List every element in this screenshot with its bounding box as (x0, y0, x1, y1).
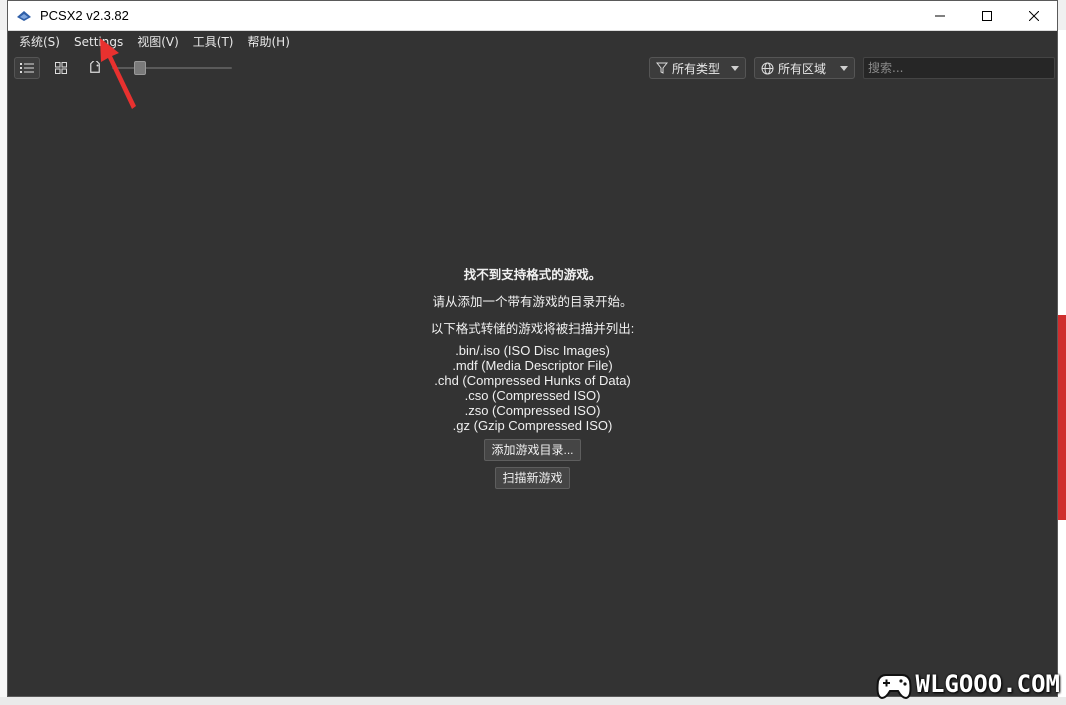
list-view-button[interactable] (14, 57, 40, 79)
filter-icon (656, 62, 668, 74)
pcsx2-window: PCSX2 v2.3.82 系统(S) Settings 视图(V) 工具(T)… (7, 0, 1058, 697)
gamepad-icon (876, 674, 911, 700)
maximize-icon (981, 10, 992, 21)
format-item: .bin/.iso (ISO Disc Images) (455, 343, 610, 358)
menu-settings[interactable]: Settings (67, 32, 130, 52)
region-filter-combo[interactable]: 所有区域 (754, 57, 855, 79)
type-filter-label: 所有类型 (672, 61, 721, 76)
cover-scale-slider[interactable] (112, 60, 232, 76)
format-item: .cso (Compressed ISO) (464, 388, 601, 403)
chevron-down-icon (731, 65, 739, 71)
toolbar: 所有类型 所有区域 (8, 53, 1057, 83)
chevron-down-icon (840, 65, 848, 71)
menu-tools[interactable]: 工具(T) (186, 32, 241, 52)
grid-view-icon (55, 62, 67, 74)
desktop-background-strip (1058, 315, 1066, 520)
menu-view[interactable]: 视图(V) (130, 32, 186, 52)
globe-icon (761, 62, 774, 74)
minimize-button[interactable] (916, 1, 963, 31)
format-item: .gz (Gzip Compressed ISO) (452, 418, 613, 433)
format-item: .mdf (Media Descriptor File) (452, 358, 613, 373)
tag-icon (90, 61, 100, 73)
type-filter-combo[interactable]: 所有类型 (649, 57, 746, 79)
minimize-icon (934, 15, 945, 16)
title-bar: PCSX2 v2.3.82 (8, 1, 1057, 31)
format-item: .zso (Compressed ISO) (464, 403, 601, 418)
maximize-button[interactable] (963, 1, 1010, 31)
grid-view-button[interactable] (48, 57, 74, 79)
add-game-directory-button[interactable]: 添加游戏目录... (484, 439, 581, 461)
empty-instruction: 请从添加一个带有游戏的目录开始。 (432, 295, 633, 309)
menu-help[interactable]: 帮助(H) (240, 32, 296, 52)
slider-handle[interactable] (134, 61, 146, 75)
watermark: WLGOOO.COM (872, 667, 1061, 701)
menu-system[interactable]: 系统(S) (12, 32, 67, 52)
close-button[interactable] (1010, 1, 1057, 31)
format-list: .bin/.iso (ISO Disc Images) .mdf (Media … (8, 343, 1057, 433)
formats-intro: 以下格式转储的游戏将被扫描并列出: (430, 322, 635, 336)
empty-heading: 找不到支持格式的游戏。 (463, 268, 602, 282)
close-icon (1028, 10, 1039, 21)
watermark-text: WLGOOO.COM (915, 670, 1061, 698)
list-view-icon (20, 63, 34, 73)
slider-track (112, 67, 232, 69)
region-filter-label: 所有区域 (778, 61, 827, 76)
pcsx2-app-icon (16, 8, 32, 24)
menu-bar: 系统(S) Settings 视图(V) 工具(T) 帮助(H) (8, 31, 1057, 53)
window-title: PCSX2 v2.3.82 (40, 8, 129, 23)
format-item: .chd (Compressed Hunks of Data) (434, 373, 631, 388)
empty-game-list: 找不到支持格式的游戏。 请从添加一个带有游戏的目录开始。 以下格式转储的游戏将被… (8, 267, 1057, 489)
search-input[interactable] (863, 57, 1055, 79)
show-titles-button[interactable] (82, 57, 108, 79)
scan-new-games-button[interactable]: 扫描新游戏 (495, 467, 570, 489)
